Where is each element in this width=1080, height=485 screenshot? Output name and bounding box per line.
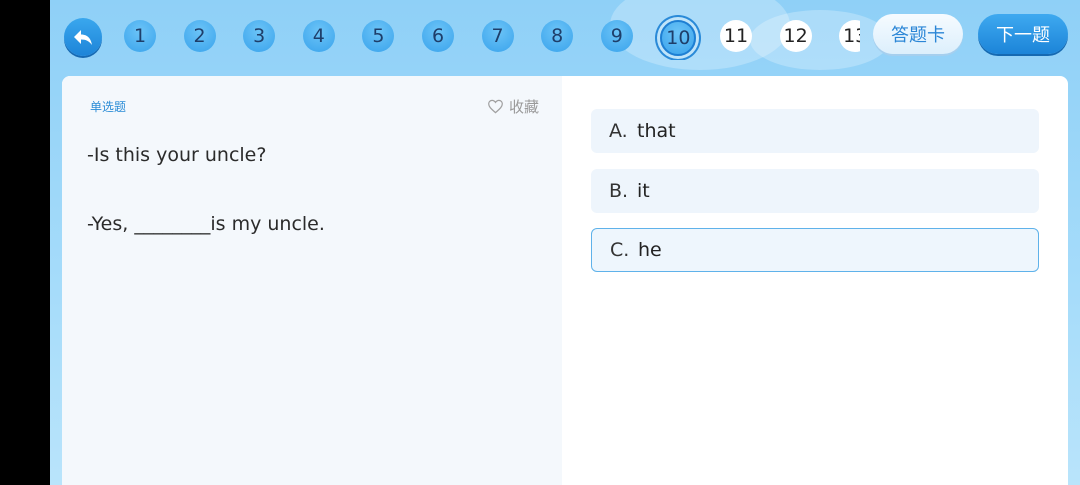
option-letter: C.	[610, 239, 630, 261]
option-text: he	[638, 239, 662, 261]
question-stem-area: 单选题 收藏 -Is this your uncle? -Yes, ______…	[62, 76, 562, 485]
question-number-11[interactable]: 11	[720, 20, 752, 52]
option-text: it	[637, 180, 650, 202]
back-button[interactable]	[64, 18, 102, 56]
back-arrow-icon	[74, 30, 92, 45]
question-line-1: -Is this your uncle?	[87, 144, 267, 166]
option-c[interactable]: C. he	[591, 228, 1039, 272]
question-type-label: 单选题	[90, 100, 127, 114]
question-number-1[interactable]: 1	[124, 20, 156, 52]
option-b[interactable]: B. it	[591, 169, 1039, 213]
quiz-app: 12345678910111213 答题卡 下一题 单选题 收藏 -Is thi…	[50, 0, 1080, 485]
question-number-10[interactable]: 10	[660, 20, 697, 56]
answer-card-button[interactable]: 答题卡	[873, 14, 963, 54]
favorite-button[interactable]: 收藏	[487, 96, 539, 117]
question-line-2: -Yes, ________is my uncle.	[87, 213, 325, 235]
option-letter: A.	[609, 120, 628, 142]
option-letter: B.	[609, 180, 629, 202]
question-number-3[interactable]: 3	[243, 20, 276, 52]
favorite-label: 收藏	[509, 98, 540, 116]
question-number-13[interactable]: 13	[839, 20, 860, 52]
question-number-9[interactable]: 9	[600, 20, 633, 52]
question-number-6[interactable]: 6	[422, 20, 454, 52]
question-number-2[interactable]: 2	[183, 20, 216, 52]
next-question-button[interactable]: 下一题	[978, 14, 1068, 54]
question-number-7[interactable]: 7	[481, 20, 514, 52]
question-number-5[interactable]: 5	[362, 20, 395, 52]
question-number-4[interactable]: 4	[302, 20, 335, 52]
question-panel: 单选题 收藏 -Is this your uncle? -Yes, ______…	[62, 76, 1068, 485]
option-a[interactable]: A. that	[591, 109, 1039, 153]
option-text: that	[637, 120, 676, 142]
question-number-8[interactable]: 8	[541, 20, 574, 52]
question-navigator: 12345678910111213	[122, 12, 860, 60]
question-number-12[interactable]: 12	[779, 20, 812, 52]
heart-icon	[488, 99, 503, 114]
